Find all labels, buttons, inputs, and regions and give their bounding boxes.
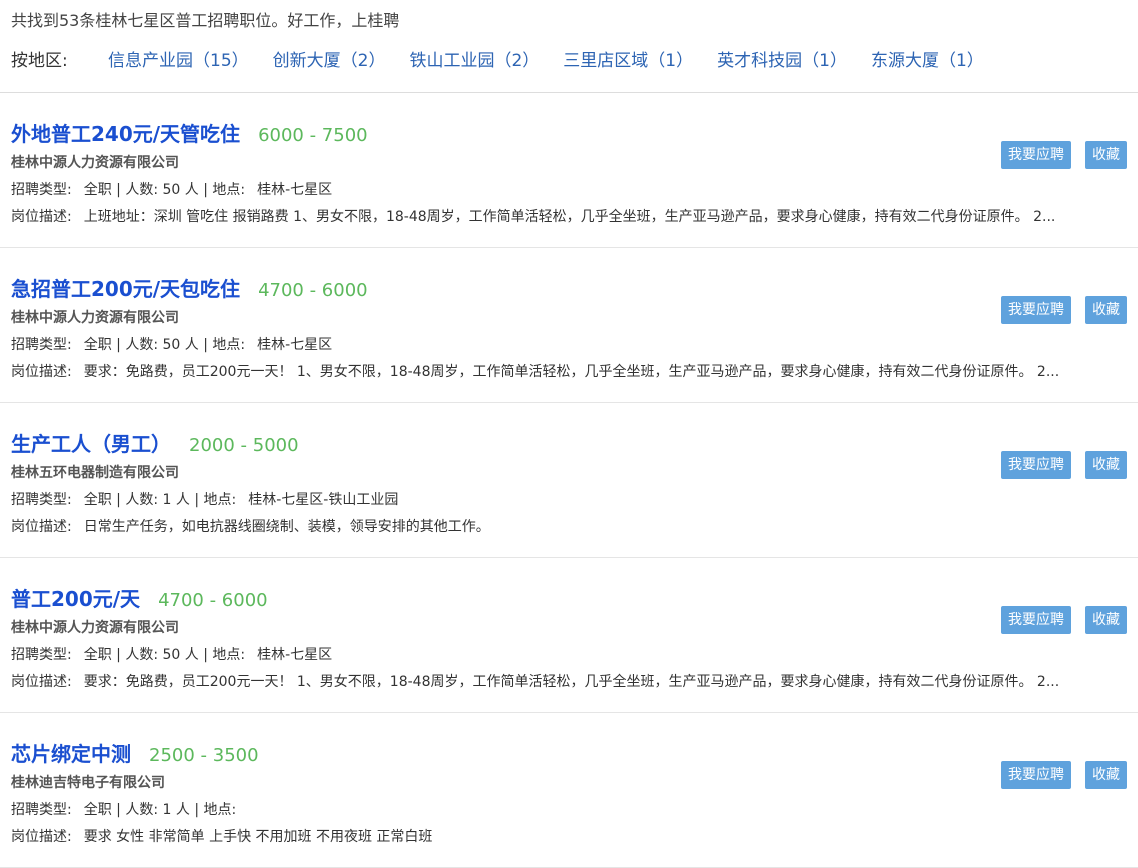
apply-button[interactable]: 我要应聘 (1001, 761, 1071, 789)
job-list: 外地普工240元/天管吃住 6000 - 7500 桂林中源人力资源有限公司 招… (0, 93, 1138, 868)
job-description: 上班地址：深圳 管吃住 报销路费 1、男女不限，18-48周岁，工作简单活轻松，… (83, 209, 1056, 225)
job-description: 要求：免路费，员工200元一天！ 1、男女不限，18-48周岁，工作简单活轻松，… (83, 364, 1060, 380)
type-label: 招聘类型: (11, 492, 72, 508)
area-link[interactable]: 创新大厦（2） (273, 46, 386, 71)
description-label: 岗位描述: (11, 829, 72, 845)
job-title[interactable]: 普工200元/天 (11, 583, 140, 612)
job-count: 50 人 (162, 182, 199, 198)
result-summary: 共找到53条桂林七星区普工招聘职位。好工作，上桂聘 (11, 11, 400, 30)
area-link[interactable]: 三里店区域（1） (563, 46, 693, 71)
apply-button[interactable]: 我要应聘 (1001, 451, 1071, 479)
job-location: 桂林-七星区 (257, 337, 333, 353)
location-label: 地点: (212, 182, 246, 198)
job-type: 全职 (83, 182, 112, 198)
area-link[interactable]: 东源大厦（1） (871, 46, 984, 71)
job-company: 桂林迪吉特电子有限公司 (11, 775, 165, 791)
favorite-button[interactable]: 收藏 (1085, 296, 1127, 324)
apply-button[interactable]: 我要应聘 (1001, 606, 1071, 634)
job-salary: 6000 - 7500 (258, 125, 368, 146)
job-description-row: 岗位描述: 要求：免路费，员工200元一天！ 1、男女不限，18-48周岁，工作简… (11, 671, 1127, 691)
job-item: 生产工人（男工） 2000 - 5000 桂林五环电器制造有限公司 招聘类型: 全… (0, 403, 1138, 558)
job-title-row: 急招普工200元/天包吃住 4700 - 6000 (11, 273, 368, 302)
location-label: 地点: (212, 337, 246, 353)
count-label: 人数: (125, 337, 159, 353)
job-actions: 我要应聘 收藏 (1001, 606, 1127, 634)
job-salary: 4700 - 6000 (158, 590, 268, 611)
job-location: 桂林-七星区 (257, 182, 333, 198)
job-item: 急招普工200元/天包吃住 4700 - 6000 桂林中源人力资源有限公司 招… (0, 248, 1138, 403)
count-label: 人数: (125, 182, 159, 198)
apply-button[interactable]: 我要应聘 (1001, 141, 1071, 169)
job-company: 桂林中源人力资源有限公司 (11, 155, 179, 171)
description-label: 岗位描述: (11, 674, 72, 690)
job-meta: 招聘类型: 全职 | 人数: 1 人 | 地点: 桂林-七星区-铁山工业园 (11, 492, 399, 508)
job-count: 50 人 (162, 647, 199, 663)
job-title[interactable]: 外地普工240元/天管吃住 (11, 118, 240, 147)
type-label: 招聘类型: (11, 337, 72, 353)
job-title[interactable]: 芯片绑定中测 (11, 738, 131, 767)
job-meta: 招聘类型: 全职 | 人数: 1 人 | 地点: (11, 802, 237, 818)
job-item: 普工200元/天 4700 - 6000 桂林中源人力资源有限公司 招聘类型: 全… (0, 558, 1138, 713)
count-label: 人数: (125, 492, 159, 508)
area-link[interactable]: 铁山工业园（2） (409, 46, 539, 71)
type-label: 招聘类型: (11, 647, 72, 663)
job-salary: 4700 - 6000 (258, 280, 368, 301)
job-company: 桂林中源人力资源有限公司 (11, 310, 179, 326)
job-type: 全职 (83, 492, 112, 508)
job-type: 全职 (83, 802, 112, 818)
job-item: 外地普工240元/天管吃住 6000 - 7500 桂林中源人力资源有限公司 招… (0, 93, 1138, 248)
area-link[interactable]: 信息产业园（15） (108, 46, 249, 71)
description-label: 岗位描述: (11, 364, 72, 380)
job-title-row: 芯片绑定中测 2500 - 3500 (11, 738, 259, 767)
description-label: 岗位描述: (11, 209, 72, 225)
count-label: 人数: (125, 647, 159, 663)
favorite-button[interactable]: 收藏 (1085, 606, 1127, 634)
job-salary: 2000 - 5000 (189, 435, 299, 456)
job-meta: 招聘类型: 全职 | 人数: 50 人 | 地点: 桂林-七星区 (11, 182, 333, 198)
job-type: 全职 (83, 337, 112, 353)
apply-button[interactable]: 我要应聘 (1001, 296, 1071, 324)
job-description: 要求：免路费，员工200元一天！ 1、男女不限，18-48周岁，工作简单活轻松，… (83, 674, 1060, 690)
job-description-row: 岗位描述: 要求：免路费，员工200元一天！ 1、男女不限，18-48周岁，工作简… (11, 361, 1127, 381)
job-company: 桂林五环电器制造有限公司 (11, 465, 179, 481)
job-description: 日常生产任务，如电抗器线圈绕制、装模，领导安排的其他工作。 (83, 519, 490, 535)
favorite-button[interactable]: 收藏 (1085, 761, 1127, 789)
job-count: 1 人 (162, 492, 190, 508)
type-label: 招聘类型: (11, 182, 72, 198)
job-actions: 我要应聘 收藏 (1001, 451, 1127, 479)
job-meta: 招聘类型: 全职 | 人数: 50 人 | 地点: 桂林-七星区 (11, 647, 333, 663)
area-filter: 按地区: 信息产业园（15） 创新大厦（2） 铁山工业园（2） 三里店区域（1）… (11, 46, 1008, 71)
description-label: 岗位描述: (11, 519, 72, 535)
job-actions: 我要应聘 收藏 (1001, 141, 1127, 169)
type-label: 招聘类型: (11, 802, 72, 818)
job-count: 1 人 (162, 802, 190, 818)
job-location: 桂林-七星区 (257, 647, 333, 663)
job-title-row: 普工200元/天 4700 - 6000 (11, 583, 268, 612)
job-actions: 我要应聘 收藏 (1001, 296, 1127, 324)
job-actions: 我要应聘 收藏 (1001, 761, 1127, 789)
area-link[interactable]: 英才科技园（1） (717, 46, 847, 71)
job-title[interactable]: 急招普工200元/天包吃住 (11, 273, 240, 302)
count-label: 人数: (125, 802, 159, 818)
job-item: 芯片绑定中测 2500 - 3500 桂林迪吉特电子有限公司 招聘类型: 全职 |… (0, 713, 1138, 868)
location-label: 地点: (203, 802, 237, 818)
job-meta: 招聘类型: 全职 | 人数: 50 人 | 地点: 桂林-七星区 (11, 337, 333, 353)
job-company: 桂林中源人力资源有限公司 (11, 620, 179, 636)
job-description-row: 岗位描述: 日常生产任务，如电抗器线圈绕制、装模，领导安排的其他工作。 (11, 516, 1127, 536)
job-count: 50 人 (162, 337, 199, 353)
favorite-button[interactable]: 收藏 (1085, 451, 1127, 479)
job-description-row: 岗位描述: 上班地址：深圳 管吃住 报销路费 1、男女不限，18-48周岁，工作简… (11, 206, 1127, 226)
job-location: 桂林-七星区-铁山工业园 (248, 492, 399, 508)
job-type: 全职 (83, 647, 112, 663)
job-description-row: 岗位描述: 要求 女性 非常简单 上手快 不用加班 不用夜班 正常白班 (11, 826, 1127, 846)
job-salary: 2500 - 3500 (149, 745, 259, 766)
job-title-row: 生产工人（男工） 2000 - 5000 (11, 428, 299, 457)
job-description: 要求 女性 非常简单 上手快 不用加班 不用夜班 正常白班 (83, 829, 433, 845)
area-filter-label: 按地区: (11, 51, 68, 71)
job-title[interactable]: 生产工人（男工） (11, 428, 171, 457)
favorite-button[interactable]: 收藏 (1085, 141, 1127, 169)
location-label: 地点: (212, 647, 246, 663)
job-title-row: 外地普工240元/天管吃住 6000 - 7500 (11, 118, 368, 147)
location-label: 地点: (203, 492, 237, 508)
